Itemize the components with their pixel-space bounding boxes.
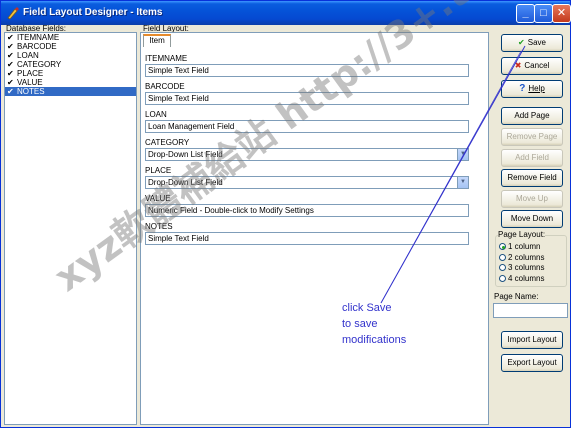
tab-item[interactable]: Item <box>143 34 171 47</box>
annotation-line-1: click Save <box>342 302 392 314</box>
annotation-line-3: modifications <box>342 334 407 346</box>
list-item-label: NOTES <box>17 87 45 96</box>
page-layout-option[interactable]: 2 columns <box>499 253 544 262</box>
field-label: BARCODE <box>145 82 185 91</box>
checkbox-icon[interactable]: ✔ <box>7 78 15 87</box>
cancel-button[interactable]: ✖ Cancel <box>501 57 563 75</box>
move-up-button[interactable]: Move Up <box>501 190 563 208</box>
import-layout-button[interactable]: Import Layout <box>501 331 563 349</box>
checkbox-icon[interactable]: ✔ <box>7 60 15 69</box>
minimize-button[interactable]: _ <box>516 4 535 23</box>
maximize-button[interactable]: □ <box>534 4 553 23</box>
checkbox-icon[interactable]: ✔ <box>7 33 15 42</box>
field-label: ITEMNAME <box>145 54 188 63</box>
list-item-label: CATEGORY <box>17 60 62 69</box>
list-item-label: BARCODE <box>17 42 57 51</box>
radio-button[interactable] <box>499 243 506 250</box>
page-layout-option[interactable]: 1 column <box>499 242 540 251</box>
page-layout-option[interactable]: 3 columns <box>499 263 544 272</box>
help-icon: ? <box>519 83 526 94</box>
list-item[interactable]: ✔ PLACE <box>5 69 136 78</box>
move-down-button[interactable]: Move Down <box>501 210 563 228</box>
field-layout-designer-window: Field Layout Designer - Items _ □ ✕ Data… <box>0 0 571 428</box>
field-type-box[interactable]: Simple Text Field <box>145 232 469 245</box>
page-layout-group: 1 column 2 columns 3 columns 4 columns <box>495 235 567 287</box>
page-name-input[interactable] <box>493 303 568 318</box>
field-type-value: Simple Text Field <box>148 66 209 75</box>
page-name-label: Page Name: <box>494 292 539 301</box>
list-item[interactable]: ✔ VALUE <box>5 78 136 87</box>
chevron-down-icon[interactable]: ▼ <box>457 177 468 188</box>
checkbox-icon[interactable]: ✔ <box>7 69 15 78</box>
add-field-button[interactable]: Add Field <box>501 149 563 167</box>
list-item[interactable]: ✔ ITEMNAME <box>5 33 136 42</box>
export-layout-button[interactable]: Export Layout <box>501 354 563 372</box>
app-icon <box>7 7 19 20</box>
window-title: Field Layout Designer - Items <box>23 7 163 18</box>
field-label: CATEGORY <box>145 138 190 147</box>
checkbox-icon[interactable]: ✔ <box>7 51 15 60</box>
help-button[interactable]: ? Help <box>501 80 563 98</box>
page-layout-option-label: 1 column <box>508 242 541 251</box>
annotation-text: click Save to save modifications <box>342 300 406 348</box>
annotation-line-2: to save <box>342 318 378 330</box>
title-bar[interactable]: Field Layout Designer - Items _ □ ✕ <box>1 1 571 25</box>
list-item[interactable]: ✔ CATEGORY <box>5 60 136 69</box>
radio-button[interactable] <box>499 253 506 261</box>
field-type-value: Simple Text Field <box>148 94 209 103</box>
field-label: LOAN <box>145 110 167 119</box>
list-item[interactable]: ✔ NOTES <box>5 87 136 96</box>
checkbox-icon[interactable]: ✔ <box>7 42 15 51</box>
chevron-down-icon[interactable]: ▼ <box>457 149 468 160</box>
list-item-label: ITEMNAME <box>17 33 60 42</box>
page-layout-option-label: 2 columns <box>508 252 545 262</box>
cancel-x-icon: ✖ <box>514 61 522 70</box>
help-label: Help <box>528 84 545 93</box>
list-item-label: PLACE <box>17 69 44 78</box>
page-layout-option-label: 3 columns <box>508 263 545 272</box>
remove-page-button[interactable]: Remove Page <box>501 128 563 146</box>
page-layout-option[interactable]: 4 columns <box>499 274 544 283</box>
page-layout-label: Page Layout: <box>498 230 546 239</box>
list-item[interactable]: ✔ LOAN <box>5 51 136 60</box>
list-item[interactable]: ✔ BARCODE <box>5 42 136 51</box>
radio-button[interactable] <box>499 264 506 271</box>
checkbox-icon[interactable]: ✔ <box>7 87 15 96</box>
save-label: Save <box>527 38 546 47</box>
cancel-label: Cancel <box>524 61 550 70</box>
add-page-button[interactable]: Add Page <box>501 107 563 125</box>
save-button[interactable]: ✔ Save <box>501 34 563 52</box>
checkmark-icon: ✔ <box>518 38 525 47</box>
page-layout-option-label: 4 columns <box>508 273 545 283</box>
remove-field-button[interactable]: Remove Field <box>501 169 563 187</box>
radio-button[interactable] <box>499 274 506 282</box>
close-button[interactable]: ✕ <box>552 4 571 23</box>
list-item-label: LOAN <box>17 51 39 60</box>
list-item-label: VALUE <box>17 78 43 87</box>
